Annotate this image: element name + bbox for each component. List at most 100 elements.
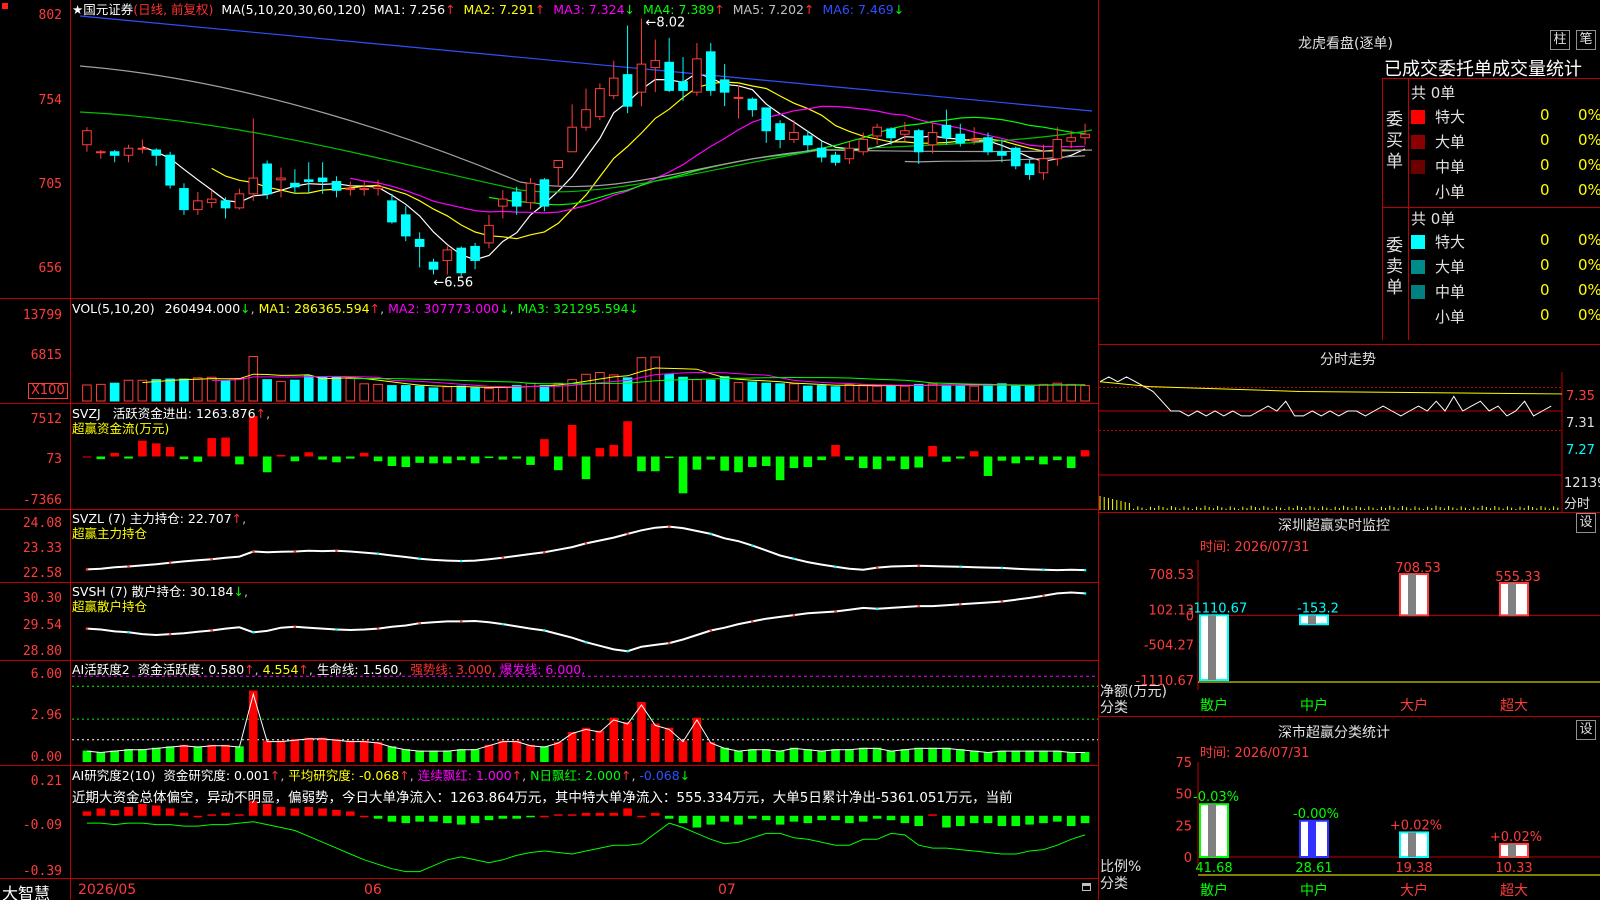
right-divider-3 <box>1099 716 1600 717</box>
activity-bar <box>609 717 619 762</box>
main-holding-line-point <box>1083 568 1087 572</box>
activity-bar <box>664 727 674 762</box>
ma4-value: MA4: 7.389 <box>643 2 715 17</box>
fund-flow-bar <box>124 456 133 459</box>
main-holding-line-point <box>251 550 255 553</box>
volume-bar <box>733 382 744 402</box>
research-bar <box>1053 815 1062 822</box>
activity-bar <box>151 747 161 762</box>
volume-bar <box>428 387 439 402</box>
svsh-axis-tick: 30.30 <box>22 591 62 606</box>
fund-flow-bar <box>595 448 605 457</box>
main-holding-line-point <box>335 549 338 553</box>
volume-bar <box>705 379 716 402</box>
lock-icon[interactable] <box>1082 883 1091 891</box>
fund-flow-bar <box>1080 450 1090 457</box>
retail-holding-line-point <box>875 607 879 611</box>
fund-flow-bar <box>664 456 674 459</box>
classify-category-label: 中户 <box>1300 882 1328 899</box>
candle-body <box>234 193 245 209</box>
volume-bar <box>165 378 175 402</box>
main-holding-line-point <box>709 532 713 536</box>
fund-flow-bar <box>567 424 577 457</box>
retail-holding-line-point <box>834 610 837 613</box>
order-size-label: 中单 <box>1435 283 1466 301</box>
ai-research-axis-tick: -0.39 <box>22 864 62 879</box>
fund-flow-bar <box>179 456 189 460</box>
activity-bar <box>928 747 937 762</box>
ai-research-label: AI研究度2(10) <box>72 768 156 783</box>
main-holding-line-point <box>127 565 130 568</box>
volume-bar <box>276 380 286 402</box>
activity-bar <box>817 750 826 762</box>
research-bar <box>969 815 979 824</box>
high-price-annotation: ←8.02 <box>645 16 685 31</box>
candle-body <box>484 224 494 244</box>
classify-value-label: 19.38 <box>1395 861 1432 876</box>
main-holding-line-point <box>376 552 380 555</box>
up-arrow-icon: ↑ <box>804 2 815 17</box>
fund-flow-bar <box>387 456 397 466</box>
volume-unit-label[interactable]: X100 <box>28 383 68 399</box>
fund-flow-bar <box>692 456 702 470</box>
candle-body <box>317 177 328 183</box>
fund-flow-bar <box>748 456 757 468</box>
tick-mode-button[interactable]: 笔 <box>1576 30 1596 50</box>
volume-bar <box>345 377 356 402</box>
candle-body <box>719 79 730 93</box>
price-axis-tick: 802 <box>38 8 62 23</box>
volume-bar <box>290 379 300 402</box>
volume-bar <box>886 385 896 402</box>
ma10-line <box>211 81 1086 240</box>
order-size-label: 特大 <box>1435 108 1466 126</box>
intraday-footer[interactable]: 分时 <box>1564 493 1590 512</box>
candle-body <box>456 247 467 274</box>
research-bar <box>470 815 480 824</box>
research-bar <box>484 815 494 821</box>
volume-bar <box>331 376 342 402</box>
fund-flow-bar <box>540 439 549 457</box>
retail-holding-line-point <box>543 629 546 632</box>
retail-holding-line-point <box>1083 592 1087 595</box>
volume-bar <box>123 379 134 402</box>
stock-name[interactable]: 国元证券 <box>83 2 133 17</box>
activity-bar <box>651 723 660 762</box>
legend-swatch <box>1411 160 1425 174</box>
fund-flow-bar <box>526 456 535 465</box>
research-bar <box>817 815 826 821</box>
ai-active-axis-tick: 0.00 <box>30 750 62 765</box>
fund-flow-bar <box>956 456 965 459</box>
activity-bar <box>803 749 813 762</box>
activity-bar <box>678 740 688 762</box>
classify-bar-shade <box>1408 832 1416 857</box>
order-size-label: 大单 <box>1435 258 1466 276</box>
svzj-value: 1263.876 <box>195 406 256 421</box>
research-bar <box>803 815 813 824</box>
up-arrow-icon: ↑ <box>269 768 281 783</box>
volume-bar <box>484 388 494 402</box>
svsh-title: 散户持仓: <box>131 584 186 599</box>
classify-settings-button[interactable]: 设 <box>1576 720 1596 740</box>
volume-bar <box>803 385 813 402</box>
volume-bar <box>1080 385 1090 402</box>
candle-body <box>373 186 383 190</box>
volume-bar <box>1010 385 1021 402</box>
classify-axis-tick: 25 <box>1175 819 1192 834</box>
volume-bar <box>220 380 231 402</box>
activity-bar <box>831 749 840 762</box>
research-bar <box>290 808 300 816</box>
svzl-axis-tick: 22.58 <box>22 566 62 581</box>
monitor-category-label: 超大 <box>1500 698 1528 714</box>
burst-line-label: 爆发线: 6.000, <box>499 662 586 677</box>
fund-flow-bar <box>900 456 910 470</box>
monitor-bar-shade <box>1308 615 1316 625</box>
volume-bar <box>262 379 272 402</box>
activity-bar <box>637 702 646 762</box>
research-bar <box>498 815 508 819</box>
order-percent: 0% <box>1578 181 1600 199</box>
up-arrow-icon: ↑ <box>369 301 381 316</box>
monitor-settings-button[interactable]: 设 <box>1576 513 1596 533</box>
order-percent: 0% <box>1578 131 1600 149</box>
research-bar <box>637 815 646 818</box>
bar-mode-button[interactable]: 柱 <box>1550 30 1570 50</box>
